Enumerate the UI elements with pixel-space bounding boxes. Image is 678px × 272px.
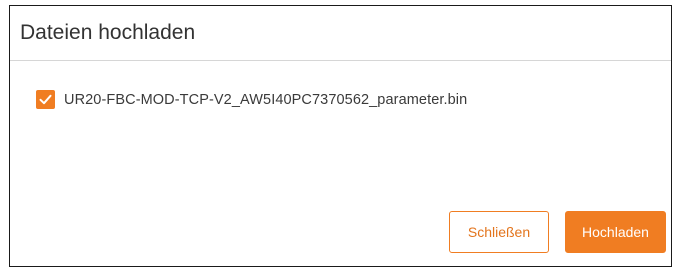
file-checkbox[interactable] bbox=[36, 90, 55, 109]
file-name-label: UR20-FBC-MOD-TCP-V2_AW5I40PC7370562_para… bbox=[64, 91, 468, 108]
dialog-title: Dateien hochladen bbox=[20, 21, 196, 44]
close-button[interactable]: Schließen bbox=[449, 211, 549, 253]
upload-button[interactable]: Hochladen bbox=[565, 211, 666, 253]
file-list-item[interactable]: UR20-FBC-MOD-TCP-V2_AW5I40PC7370562_para… bbox=[36, 90, 467, 109]
dialog-header: Dateien hochladen bbox=[10, 6, 671, 61]
checkmark-icon bbox=[39, 94, 52, 105]
upload-dialog: Dateien hochladen UR20-FBC-MOD-TCP-V2_AW… bbox=[9, 5, 672, 267]
